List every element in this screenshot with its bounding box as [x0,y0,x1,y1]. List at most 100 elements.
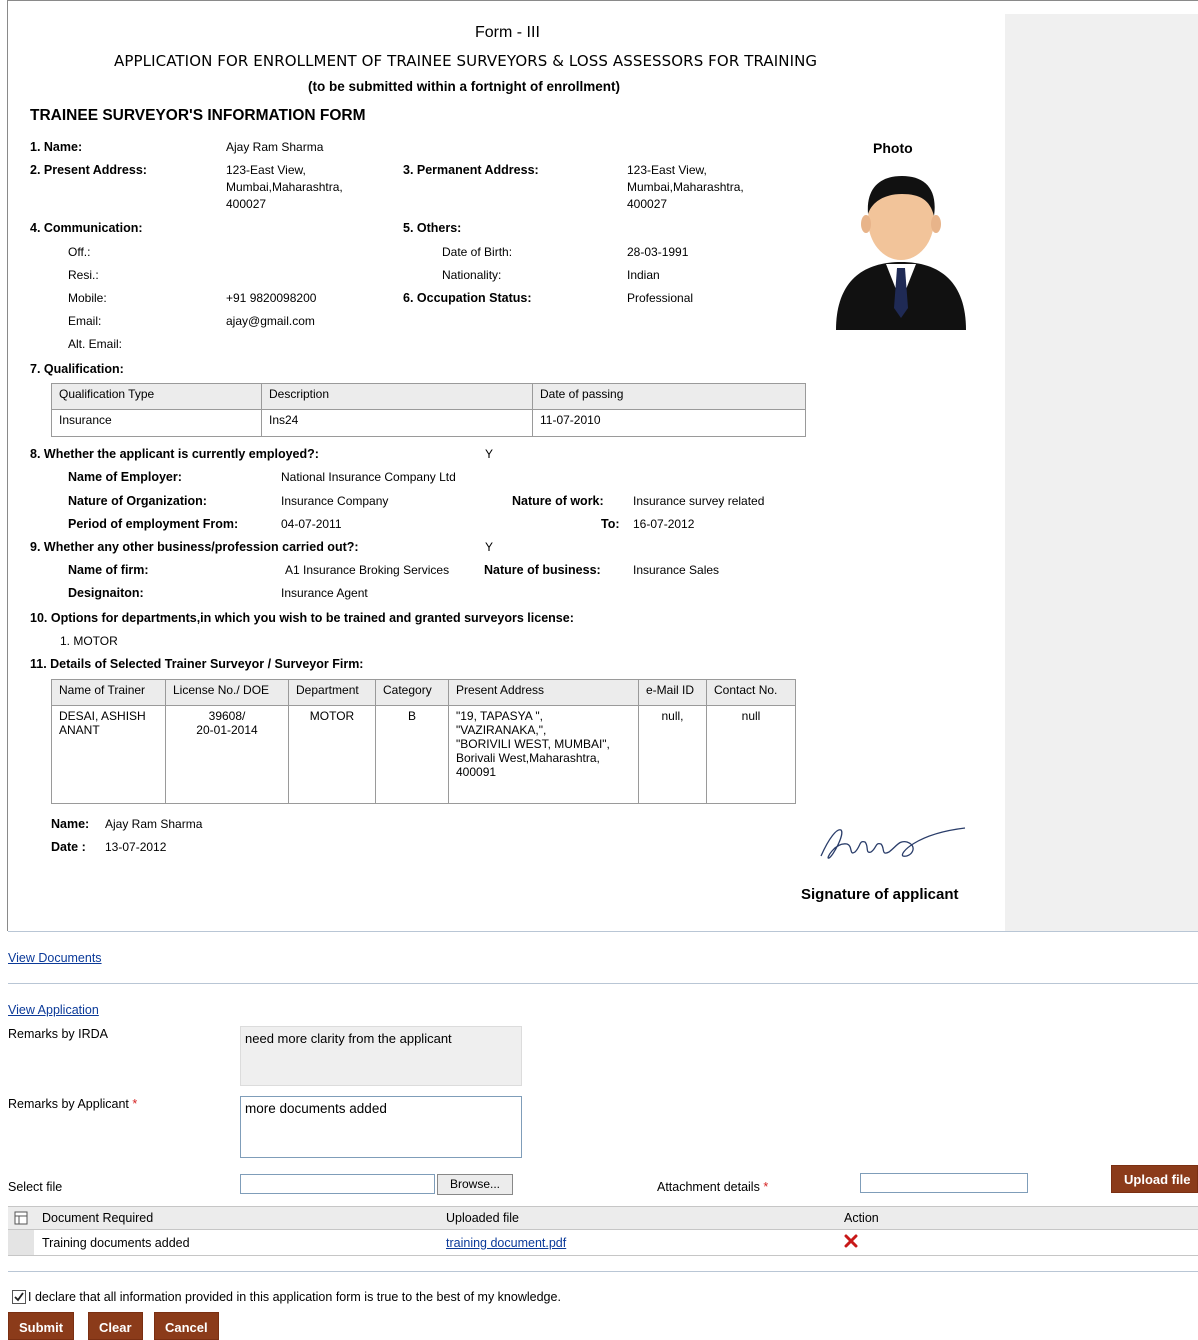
designation-label: Designaiton: [68,586,144,600]
uploaded-file-cell: training document.pdf [438,1229,836,1256]
communication-label: 4. Communication: [30,221,143,235]
divider [8,983,1198,984]
contact-cell: null [706,705,796,804]
name-value: Ajay Ram Sharma [226,140,324,154]
permanent-address-line2: Mumbai,Maharashtra, [627,180,744,194]
license-line: 20-01-2014 [196,723,258,737]
work-nature-value: Insurance survey related [633,494,765,508]
qualification-type-cell: Insurance [51,409,262,437]
mobile-value: +91 9820098200 [226,291,317,305]
employed-label: 8. Whether the applicant is currently em… [30,447,319,461]
browse-button[interactable]: Browse... [437,1174,514,1195]
remarks-irda-label: Remarks by IRDA [8,1027,109,1041]
photo-label: Photo [873,140,913,156]
employed-value: Y [485,447,494,461]
footer-date-value: 13-07-2012 [105,840,167,854]
address-line: Borivali West,Maharashtra, [456,751,600,765]
document-required-header: Document Required [34,1206,438,1230]
address-line: "BORIVILI WEST, MUMBAI", [456,737,610,751]
occupation-label: 6. Occupation Status: [403,291,532,305]
column-chooser-cell[interactable] [8,1206,34,1230]
other-business-value: Y [485,540,494,554]
firm-value: A1 Insurance Broking Services [285,563,450,577]
checkmark-icon [14,1292,24,1302]
section-title: TRAINEE SURVEYOR'S INFORMATION FORM [30,107,366,124]
permanent-address-line3: 400027 [627,197,668,211]
department-header: Department [288,679,376,706]
present-address-line3: 400027 [226,197,267,211]
table-row: DESAI, ASHISH ANANT 39608/20-01-2014 MOTO… [51,705,796,804]
clear-button[interactable]: Clear [88,1312,143,1340]
attachment-details-label: Attachment details * [657,1180,768,1194]
resi-label: Resi.: [68,268,99,282]
signature-image [820,827,966,859]
period-to-label: To: [601,517,620,531]
row-selector-cell[interactable] [8,1229,34,1256]
period-from-value: 04-07-2011 [281,517,342,531]
nationality-value: Indian [627,268,660,282]
delete-icon[interactable] [844,1234,858,1248]
action-cell [836,1229,1198,1256]
present-address-line1: 123-East View, [226,163,306,177]
off-label: Off.: [68,245,91,259]
cancel-button[interactable]: Cancel [154,1312,219,1340]
designation-value: Insurance Agent [281,586,368,600]
org-nature-label: Nature of Organization: [68,494,207,508]
trainer-name-line: DESAI, ASHISH [59,709,146,723]
remarks-applicant-text: Remarks by Applicant [8,1097,129,1111]
department-item: 1. MOTOR [60,634,118,648]
qualification-table: Qualification Type Description Date of p… [51,383,806,437]
view-documents-link[interactable]: View Documents [8,951,102,965]
category-cell: B [375,705,449,804]
address-header: Present Address [448,679,639,706]
form-title: APPLICATION FOR ENROLLMENT OF TRAINEE SU… [114,52,818,70]
table-row: Insurance Ins24 11-07-2010 [51,409,806,437]
business-nature-value: Insurance Sales [633,563,720,577]
trainer-label: 11. Details of Selected Trainer Surveyor… [30,657,364,671]
view-application-link[interactable]: View Application [8,1003,99,1017]
form-number: Form - III [475,24,540,41]
columns-icon[interactable] [14,1211,28,1225]
date-passing-cell: 11-07-2010 [532,409,806,437]
address-cell: "19, TAPASYA ", "VAZIRANAKA,", "BORIVILI… [448,705,639,804]
attachment-details-input[interactable] [860,1173,1028,1193]
date-passing-header: Date of passing [532,383,806,410]
submit-button[interactable]: Submit [8,1312,75,1340]
nationality-label: Nationality: [442,268,502,282]
address-line: 400091 [456,765,497,779]
mobile-label: Mobile: [68,291,107,305]
others-label: 5. Others: [403,221,462,235]
uploaded-file-link[interactable]: training document.pdf [446,1236,566,1250]
license-header: License No./ DOE [165,679,289,706]
dob-label: Date of Birth: [442,245,513,259]
address-line: "VAZIRANAKA,", [456,723,547,737]
email-value: ajay@gmail.com [226,314,315,328]
form-subtitle: (to be submitted within a fortnight of e… [308,79,620,94]
footer-date-label: Date : [51,840,86,854]
firm-label: Name of firm: [68,563,149,577]
qualification-type-header: Qualification Type [51,383,262,410]
file-path-input[interactable] [240,1174,435,1194]
declaration-checkbox[interactable] [12,1290,26,1304]
document-required-cell: Training documents added [34,1229,438,1256]
other-business-label: 9. Whether any other business/profession… [30,540,359,554]
license-line: 39608/ [208,709,246,723]
applicant-photo [822,162,980,330]
contact-header: Contact No. [706,679,796,706]
category-header: Category [375,679,449,706]
attachment-details-text: Attachment details [657,1180,760,1194]
email-label: Email: [68,314,102,328]
present-address-line2: Mumbai,Maharashtra, [226,180,343,194]
description-cell: Ins24 [261,409,533,437]
email-cell: null, [638,705,707,804]
remarks-applicant-textarea[interactable]: more documents added [240,1096,522,1158]
description-header: Description [261,383,533,410]
period-from-label: Period of employment From: [68,517,239,531]
required-mark: * [132,1097,138,1111]
upload-file-button[interactable]: Upload file [1111,1165,1198,1193]
permanent-address-label: 3. Permanent Address: [403,163,539,177]
department-cell: MOTOR [288,705,376,804]
business-nature-label: Nature of business: [484,563,601,577]
declaration-text: I declare that all information provided … [28,1290,561,1304]
signature-label: Signature of applicant [801,886,959,903]
